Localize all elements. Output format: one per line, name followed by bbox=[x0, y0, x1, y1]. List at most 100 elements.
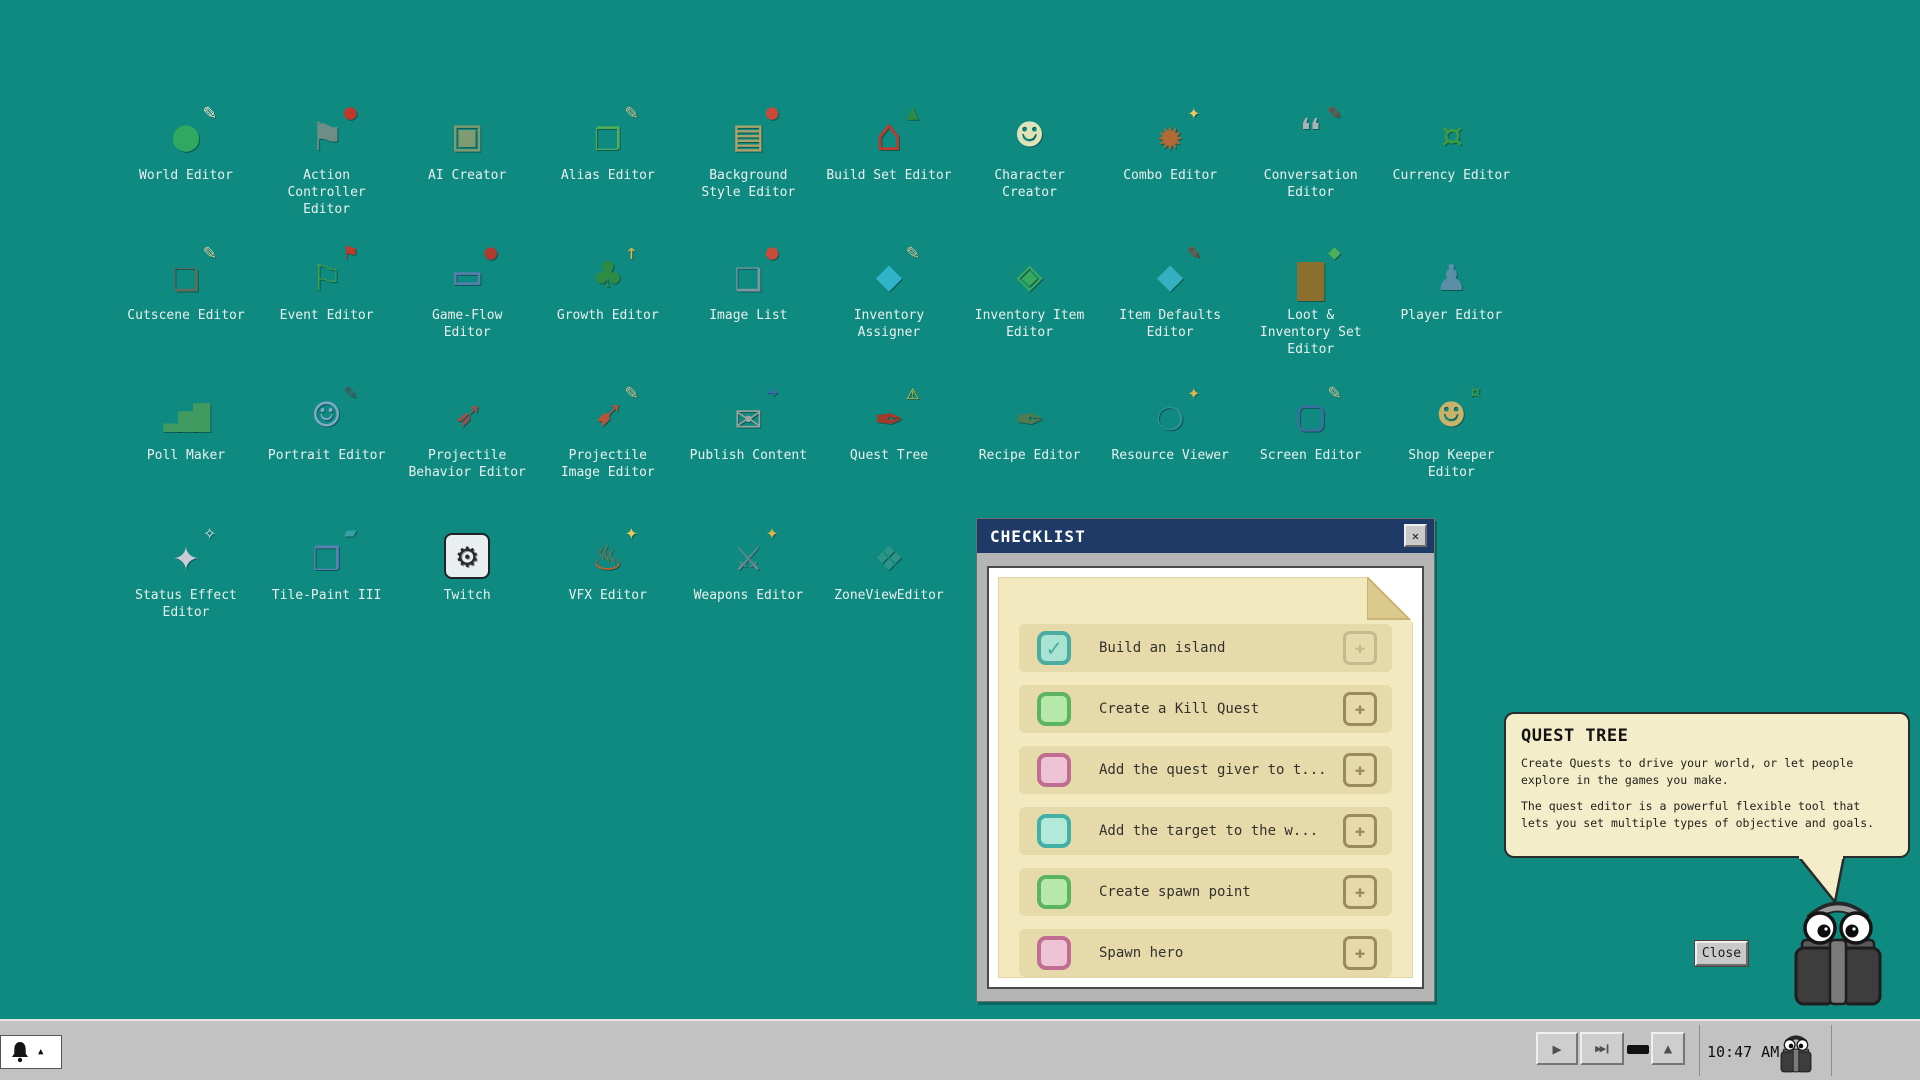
checklist-items: ✓ Build an island ✚ Create a Kill Quest ✚ Add… bbox=[999, 624, 1412, 990]
add-step-button[interactable]: ✚ bbox=[1343, 814, 1377, 848]
desktop-icon-game-flow-editor[interactable]: ▭ ● Game-Flow Editor bbox=[397, 242, 537, 384]
assistant-bubble-paragraph-1: Create Quests to drive your world, or le… bbox=[1521, 756, 1854, 787]
desktop-icon-world-editor[interactable]: ● ✎ World Editor bbox=[116, 100, 256, 244]
desktop-icon-conversation-editor[interactable]: ❝ ✎ Conversation Editor bbox=[1241, 102, 1381, 244]
checklist-window: CHECKLIST ✕ ✓ Build an island ✚ Create a Ki… bbox=[976, 518, 1435, 1002]
assistant-close-button[interactable]: Close bbox=[1694, 940, 1749, 967]
desktop-icon-player-editor[interactable]: ♟ Player Editor bbox=[1381, 244, 1521, 384]
desktop-icon-portrait-editor[interactable]: ☺ ✎ Portrait Editor bbox=[257, 382, 397, 524]
slider-handle[interactable] bbox=[1627, 1045, 1649, 1054]
desktop-icon-label: Game-Flow Editor bbox=[431, 308, 503, 340]
desktop-icon-label: Combo Editor bbox=[1123, 168, 1218, 183]
checklist-row: Spawn hero ✚ bbox=[1019, 929, 1392, 977]
checklist-close-button[interactable]: ✕ bbox=[1404, 524, 1427, 547]
desktop-icon-currency-editor[interactable]: ¤ Currency Editor bbox=[1381, 104, 1521, 244]
desktop-icon-zone-view-editor[interactable]: ❖ ZoneViewEditor bbox=[819, 524, 959, 664]
desktop-icon-item-defaults-editor[interactable]: ◆ ✎ Item Defaults Editor bbox=[1100, 240, 1240, 384]
desktop-icon-shop-keeper-editor[interactable]: ☻ ¤ Shop Keeper Editor bbox=[1381, 380, 1521, 524]
checkbox-unchecked[interactable] bbox=[1037, 875, 1071, 909]
assistant-bubble-title: QUEST TREE bbox=[1521, 726, 1629, 746]
recipe-editor-icon: ✒ bbox=[1016, 390, 1043, 441]
desktop-icon-poll-maker[interactable]: ▂▅▇ Poll Maker bbox=[116, 384, 256, 524]
checklist-row: Create spawn point ✚ bbox=[1019, 868, 1392, 916]
binoculars-tray-icon[interactable] bbox=[1777, 1030, 1815, 1074]
inventory-item-editor-icon: ◈ bbox=[1016, 250, 1043, 301]
play-button[interactable]: ▶ bbox=[1536, 1032, 1578, 1065]
desktop-icon-label: Publish Content bbox=[689, 448, 808, 463]
desktop-icon-alias-editor[interactable]: ❐ ✎ Alias Editor bbox=[538, 102, 678, 244]
checkbox-unchecked[interactable] bbox=[1037, 814, 1071, 848]
taskbar-divider bbox=[1699, 1025, 1700, 1076]
desktop-icon-projectile-image-editor[interactable]: ➹ ✎ Projectile Image Editor bbox=[538, 380, 678, 524]
poll-maker-icon: ▂▅▇ bbox=[163, 399, 211, 432]
desktop-icon-twitch[interactable]: ⚙ Twitch bbox=[397, 524, 537, 664]
checklist-row: Create a Kill Quest ✚ bbox=[1019, 685, 1392, 733]
desktop-icon-action-controller-editor[interactable]: ⚑ ● Action Controller Editor bbox=[257, 100, 397, 244]
combo-editor-icon: ✹ ✦ bbox=[1156, 100, 1201, 161]
notifications-box[interactable]: ▲ bbox=[0, 1035, 62, 1069]
desktop-icon-inventory-item-editor[interactable]: ◈ Inventory Item Editor bbox=[960, 244, 1100, 384]
eject-button[interactable]: ▲ bbox=[1651, 1032, 1685, 1065]
desktop-icon-label: Event Editor bbox=[279, 308, 374, 323]
checklist-item-label: Add the quest giver to t... bbox=[1099, 762, 1327, 778]
skip-button[interactable]: ▶▶❙ bbox=[1580, 1032, 1624, 1065]
desktop-icon-status-effect-editor[interactable]: ✦ ✧ Status Effect Editor bbox=[116, 522, 256, 664]
chevron-up-icon: ▲ bbox=[38, 1047, 44, 1057]
desktop-icon-inventory-assigner[interactable]: ◆ ✎ Inventory Assigner bbox=[819, 242, 959, 384]
desktop-icon-weapons-editor[interactable]: ⚔ ✦ Weapons Editor bbox=[678, 520, 818, 664]
desktop-icon-vfx-editor[interactable]: ♨ ✦ VFX Editor bbox=[538, 522, 678, 664]
desktop-icon-cutscene-editor[interactable]: ❏ ✎ Cutscene Editor bbox=[116, 242, 256, 384]
add-step-button[interactable]: ✚ bbox=[1343, 692, 1377, 726]
desktop-icon-label: Player Editor bbox=[1400, 308, 1503, 323]
projectile-image-editor-icon: ➹ ✎ bbox=[594, 380, 638, 441]
checklist-titlebar[interactable]: CHECKLIST ✕ bbox=[977, 519, 1434, 553]
desktop-icon-tile-paint-iii[interactable]: ❒ ▰ Tile-Paint III bbox=[257, 522, 397, 664]
add-step-button[interactable]: ✚ bbox=[1343, 631, 1377, 665]
add-step-button[interactable]: ✚ bbox=[1343, 753, 1377, 787]
desktop-icon-combo-editor[interactable]: ✹ ✦ Combo Editor bbox=[1100, 100, 1240, 244]
desktop-icon-character-creator[interactable]: ☻ Character Creator bbox=[960, 104, 1100, 244]
screen-editor-icon: ▢ ✎ bbox=[1297, 380, 1341, 441]
desktop-icon-projectile-behavior-editor[interactable]: ➶ Projectile Behavior Editor bbox=[397, 384, 537, 524]
eject-icon: ▲ bbox=[1663, 1040, 1673, 1057]
checklist-row: Add the target to the w... ✚ bbox=[1019, 807, 1392, 855]
binoculars-mascot[interactable] bbox=[1786, 886, 1890, 1010]
desktop-icon-label: Build Set Editor bbox=[826, 168, 952, 183]
desktop-icon-label: Status Effect Editor bbox=[135, 588, 237, 620]
checkbox-checked[interactable]: ✓ bbox=[1037, 631, 1071, 665]
checkbox-unchecked[interactable] bbox=[1037, 936, 1071, 970]
desktop-icon-label: Currency Editor bbox=[1392, 168, 1511, 183]
desktop-icon-screen-editor[interactable]: ▢ ✎ Screen Editor bbox=[1241, 380, 1381, 524]
weapons-editor-icon: ⚔ ✦ bbox=[735, 520, 779, 581]
background-style-editor-icon: ▤ ● bbox=[735, 100, 779, 161]
desktop-icon-label: Inventory Assigner bbox=[853, 308, 925, 340]
desktop-icon-ai-creator[interactable]: ▣ AI Creator bbox=[397, 104, 537, 244]
desktop-icon-publish-content[interactable]: ✉ ➔ Publish Content bbox=[678, 382, 818, 524]
add-step-button[interactable]: ✚ bbox=[1343, 875, 1377, 909]
checkbox-unchecked[interactable] bbox=[1037, 753, 1071, 787]
desktop-icon-background-style-editor[interactable]: ▤ ● Background Style Editor bbox=[678, 100, 818, 244]
world-editor-icon: ● ✎ bbox=[172, 100, 216, 161]
desktop-icon-label: Image List bbox=[709, 308, 788, 323]
desktop-icon-loot-inventory-set-editor[interactable]: ▆ ◆ Loot & Inventory Set Editor bbox=[1241, 242, 1381, 384]
desktop-icon-event-editor[interactable]: ⚐ ⚑ Event Editor bbox=[257, 242, 397, 384]
desktop-icon-label: Inventory Item Editor bbox=[974, 308, 1085, 340]
desktop-icon-quest-tree[interactable]: ✒ ⚠ Quest Tree bbox=[819, 382, 959, 524]
checklist-panel: ✓ Build an island ✚ Create a Kill Quest ✚ Add… bbox=[987, 566, 1424, 989]
checkbox-unchecked[interactable] bbox=[1037, 692, 1071, 726]
shop-keeper-editor-icon: ☻ ¤ bbox=[1438, 380, 1482, 441]
desktop-icon-image-list[interactable]: ❑ ● Image List bbox=[678, 242, 818, 384]
item-defaults-editor-icon: ◆ ✎ bbox=[1156, 240, 1201, 301]
desktop-icon-label: Resource Viewer bbox=[1111, 448, 1229, 463]
checklist-note: ✓ Build an island ✚ Create a Kill Quest ✚ Add… bbox=[998, 577, 1413, 978]
twitch-icon: ⚙ bbox=[435, 524, 499, 582]
desktop-icon-recipe-editor[interactable]: ✒ Recipe Editor bbox=[960, 384, 1100, 524]
desktop-icon-resource-viewer[interactable]: ❍ ✦ Resource Viewer bbox=[1100, 382, 1240, 524]
desktop-icon-growth-editor[interactable]: ♣ ↑ Growth Editor bbox=[538, 242, 678, 384]
checklist-item-label: Create a Kill Quest bbox=[1099, 701, 1260, 717]
desktop-icon-label: Loot & Inventory Set Editor bbox=[1259, 308, 1362, 357]
add-step-button[interactable]: ✚ bbox=[1343, 936, 1377, 970]
action-controller-editor-icon: ⚑ ● bbox=[313, 100, 357, 161]
desktop-icon-build-set-editor[interactable]: ⌂ ▲ Build Set Editor bbox=[819, 102, 959, 244]
desktop-icon-label: Screen Editor bbox=[1259, 448, 1362, 463]
